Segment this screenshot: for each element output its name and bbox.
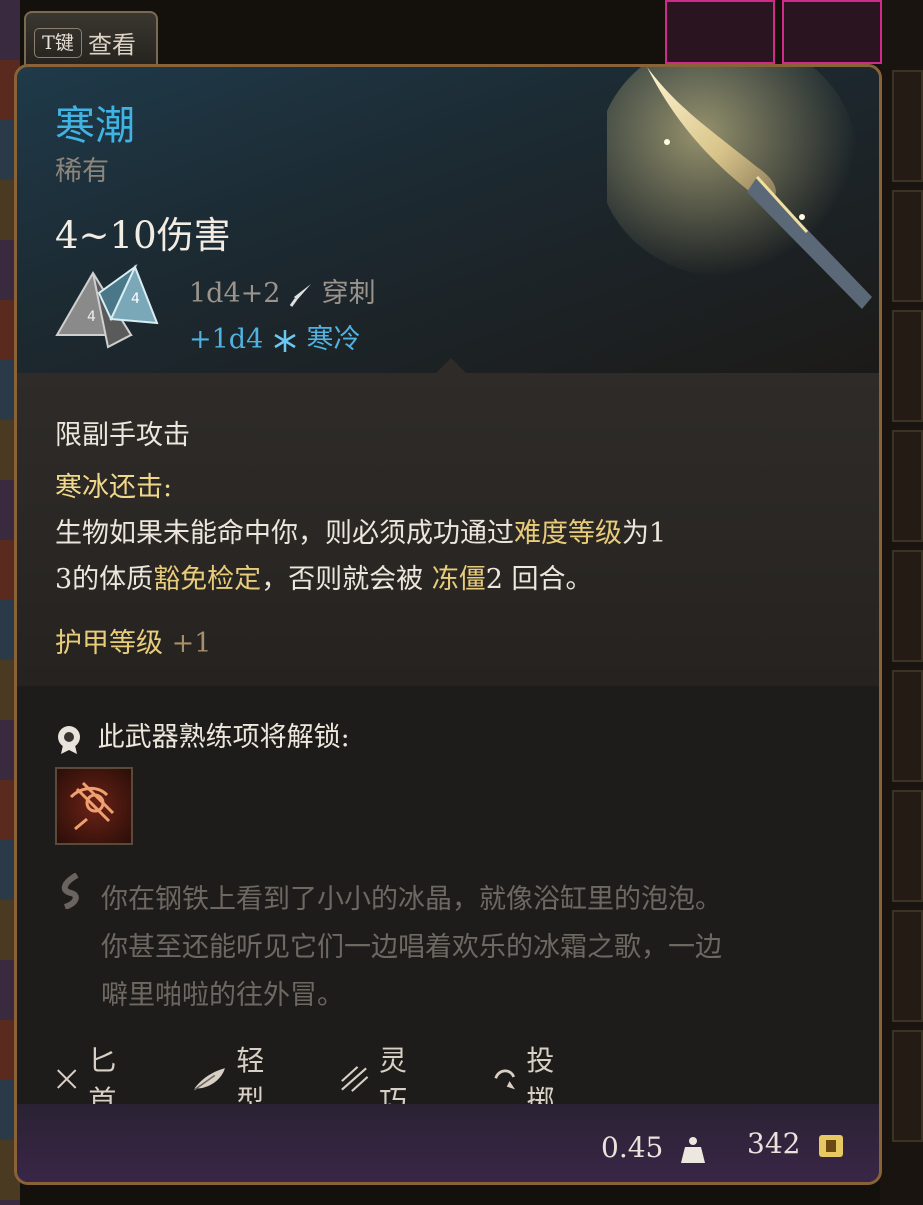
weapon-image xyxy=(607,67,872,309)
item-name: 寒潮 xyxy=(55,103,135,149)
inventory-slot[interactable] xyxy=(892,550,923,662)
cold-retort-glyph xyxy=(69,781,115,831)
snowflake-icon xyxy=(274,329,296,352)
inventory-slot[interactable] xyxy=(892,790,923,902)
base-damage-type: 穿刺 xyxy=(321,278,376,309)
ability-desc-line1: 生物如果未能命中你，则必须成功通过难度等级为1 xyxy=(55,518,667,549)
ability-title[interactable]: 寒冰还击: xyxy=(55,465,172,504)
inventory-slot-scroll[interactable] xyxy=(782,0,882,64)
price-value: 342 xyxy=(747,1127,801,1160)
inventory-slot[interactable] xyxy=(892,190,923,302)
frozen-condition-link[interactable]: 冻僵 xyxy=(432,564,486,595)
weight-value: 0.45 xyxy=(601,1131,664,1164)
ability-desc-line2: 3的体质豁免检定，否则就会被 冻僵2 回合。 xyxy=(55,564,593,595)
flavor-line-2: 你甚至还能听见它们一边唱着欢乐的冰霜之歌，一边 xyxy=(101,932,722,963)
flavor-line-1: 你在钢铁上看到了小小的冰晶，就像浴缸里的泡泡。 xyxy=(101,884,722,915)
armor-class-label[interactable]: 护甲等级 xyxy=(55,628,163,659)
item-price: 342 xyxy=(747,1127,845,1160)
feather-icon xyxy=(194,1068,225,1091)
tooltip-header: 寒潮 稀有 4~10伤害 4 4 1d4+2 穿刺 +1d4 寒冷 xyxy=(17,67,879,373)
inventory-slot[interactable] xyxy=(892,310,923,422)
svg-text:4: 4 xyxy=(87,309,96,325)
base-damage-dice: 1d4+2 xyxy=(189,278,281,309)
tab-label: 查看 xyxy=(88,31,136,59)
dice-icon: 4 4 xyxy=(55,263,159,349)
proficiency-badge-icon xyxy=(58,725,80,754)
proficiency-line: 此武器熟练项将解锁: xyxy=(55,715,350,755)
inventory-slot-hammer[interactable] xyxy=(665,0,775,64)
tab-key-hint: T键 xyxy=(34,28,82,58)
proficiency-label: 此武器熟练项将解锁: xyxy=(97,722,350,753)
bonus-damage-type: 寒冷 xyxy=(306,324,361,355)
difficulty-class-link[interactable]: 难度等级 xyxy=(514,518,622,549)
item-weight: 0.45 xyxy=(601,1131,706,1165)
armor-class-value: +1 xyxy=(171,628,212,659)
weight-icon xyxy=(681,1136,706,1163)
finesse-icon xyxy=(341,1066,369,1092)
inventory-slot[interactable] xyxy=(892,1030,923,1142)
bonus-damage-dice: +1d4 xyxy=(189,324,264,355)
dagger-pierce-icon xyxy=(289,283,312,307)
inventory-slot[interactable] xyxy=(892,910,923,1022)
svg-text:4: 4 xyxy=(131,291,140,307)
flavor-line-3: 噼里啪啦的往外冒。 xyxy=(101,980,344,1011)
inventory-slot[interactable] xyxy=(892,430,923,542)
saving-throw-link[interactable]: 豁免检定 xyxy=(153,564,261,595)
base-damage-line: 1d4+2 穿刺 xyxy=(189,271,376,310)
item-rarity: 稀有 xyxy=(55,156,109,187)
quill-icon xyxy=(61,873,79,909)
crossed-daggers-icon xyxy=(57,1069,77,1089)
armor-class-line: 护甲等级 +1 xyxy=(55,621,211,660)
damage-total: 4~10伤害 xyxy=(55,214,231,257)
inventory-slot[interactable] xyxy=(892,70,923,182)
item-tooltip: 寒潮 稀有 4~10伤害 4 4 1d4+2 穿刺 +1d4 寒冷 限副手攻击 … xyxy=(14,64,882,1185)
bonus-damage-line: +1d4 寒冷 xyxy=(189,317,360,356)
offhand-note: 限副手攻击 xyxy=(55,420,190,451)
cold-retort-icon[interactable] xyxy=(55,767,133,845)
examine-tab[interactable]: T键 查看 xyxy=(24,11,158,71)
thrown-icon xyxy=(494,1069,516,1090)
inventory-slot[interactable] xyxy=(892,670,923,782)
gold-coin-icon xyxy=(819,1134,844,1157)
